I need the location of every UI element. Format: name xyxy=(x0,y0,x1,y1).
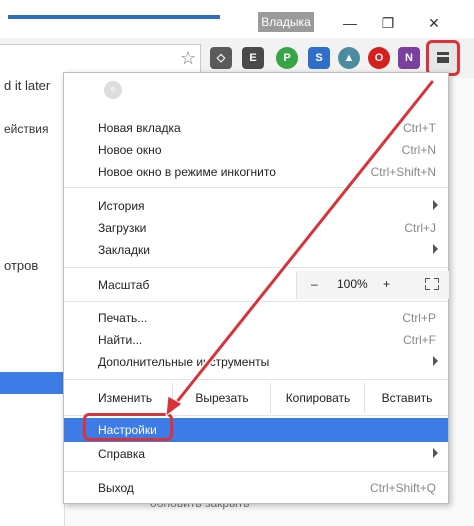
annotation-arrow-line xyxy=(170,80,434,410)
annotation-arrow xyxy=(165,79,435,418)
